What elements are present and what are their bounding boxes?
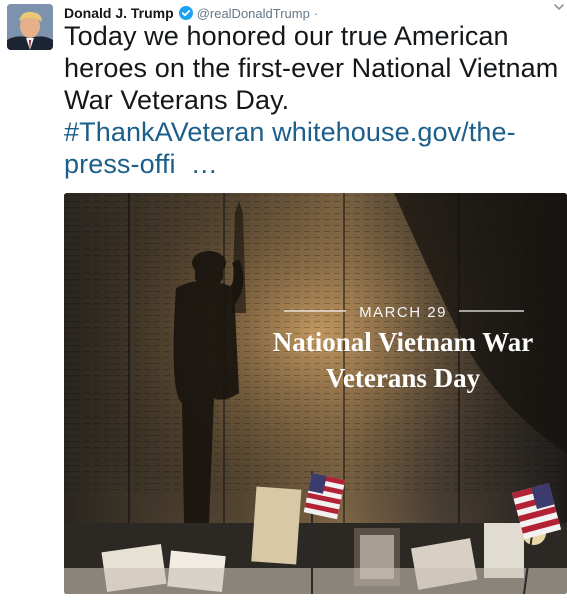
media-date-label: MARCH 29 — [359, 304, 447, 321]
tweet-media-image[interactable]: MARCH 29 National Vietnam War Veterans D… — [64, 193, 567, 594]
tweet-text: Today we honored our true American heroe… — [64, 20, 559, 180]
hashtag-link[interactable]: #ThankAVeteran — [64, 117, 265, 147]
tweet-body: Today we honored our true American heroe… — [64, 21, 559, 115]
profile-photo — [7, 4, 53, 50]
author-name[interactable]: Donald J. Trump — [64, 5, 174, 21]
author-handle[interactable]: @realDonaldTrump — [197, 6, 310, 21]
avatar[interactable] — [7, 4, 53, 50]
verified-badge-icon — [178, 6, 193, 20]
url-ellipsis: … — [190, 149, 218, 179]
media-title-line2: Veterans Day — [326, 363, 481, 393]
chevron-down-icon[interactable] — [553, 1, 565, 13]
media-title-line1: National Vietnam War — [273, 327, 534, 357]
separator-dot: · — [313, 5, 319, 21]
veterans-day-photo: MARCH 29 National Vietnam War Veterans D… — [64, 193, 567, 594]
